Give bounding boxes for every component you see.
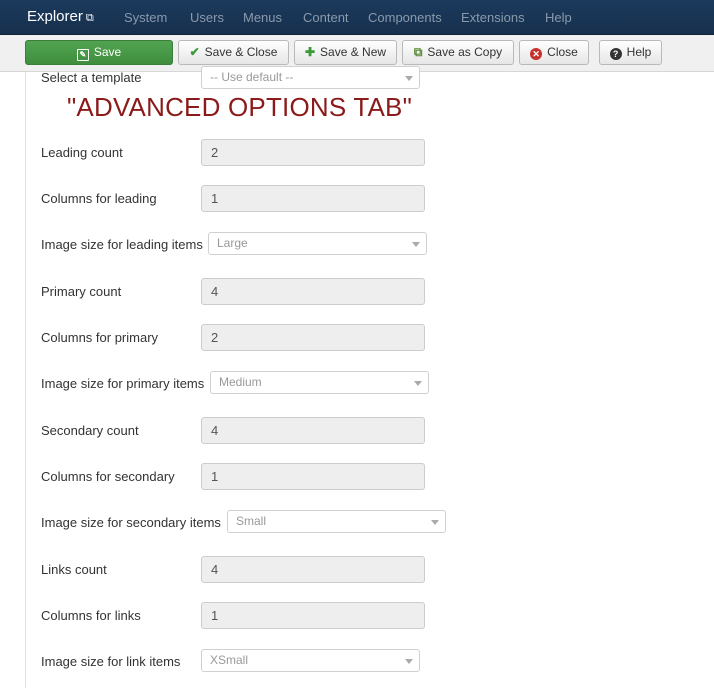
save-button[interactable]: ✎ Save <box>25 40 173 65</box>
image-size-primary-select[interactable]: Medium <box>210 371 429 394</box>
save-copy-label: Save as Copy <box>427 45 503 59</box>
columns-secondary-input[interactable]: 1 <box>201 463 425 490</box>
menu-content[interactable]: Content <box>303 10 349 25</box>
top-navbar: Explorer ⧉ System Users Menus Content Com… <box>0 0 714 35</box>
close-icon: ✕ <box>530 48 543 60</box>
save-close-label: Save & Close <box>204 45 278 59</box>
columns-secondary-label: Columns for secondary <box>41 469 175 484</box>
help-button[interactable]: ? Help <box>599 40 662 65</box>
columns-links-input[interactable]: 1 <box>201 602 425 629</box>
panel-divider <box>25 72 26 688</box>
columns-primary-label: Columns for primary <box>41 330 159 345</box>
columns-leading-label: Columns for leading <box>41 191 157 206</box>
columns-links-label: Columns for links <box>41 608 141 623</box>
save-new-label: Save & New <box>320 45 387 59</box>
chevron-down-icon <box>405 659 413 664</box>
menu-components[interactable]: Components <box>368 10 442 25</box>
image-size-links-label: Image size for link items <box>41 654 181 669</box>
leading-count-input[interactable]: 2 <box>201 139 425 166</box>
links-count-label: Links count <box>41 562 107 577</box>
template-select-value: -- Use default -- <box>210 70 294 84</box>
image-size-secondary-value: Small <box>236 514 267 528</box>
external-link-icon: ⧉ <box>85 12 94 24</box>
close-button[interactable]: ✕ Close <box>519 40 589 65</box>
chevron-down-icon <box>412 242 420 247</box>
menu-extensions[interactable]: Extensions <box>461 10 525 25</box>
columns-leading-input[interactable]: 1 <box>201 185 425 212</box>
image-size-leading-label: Image size for leading items <box>41 237 203 252</box>
image-size-secondary-select[interactable]: Small <box>227 510 446 533</box>
menu-menus[interactable]: Menus <box>243 10 282 25</box>
primary-count-label: Primary count <box>41 284 122 299</box>
save-label: Save <box>93 45 122 59</box>
annotation-title: "ADVANCED OPTIONS TAB" <box>67 92 413 122</box>
template-label: Select a template <box>41 70 142 85</box>
links-count-input[interactable]: 4 <box>201 556 425 583</box>
chevron-down-icon <box>405 76 413 81</box>
save-copy-button[interactable]: ⧉ Save as Copy <box>402 40 514 65</box>
menu-users[interactable]: Users <box>190 10 224 25</box>
menu-system[interactable]: System <box>124 10 167 25</box>
leading-count-label: Leading count <box>41 145 123 160</box>
image-size-secondary-label: Image size for secondary items <box>41 515 221 530</box>
save-new-button[interactable]: ✚ Save & New <box>294 40 397 65</box>
secondary-count-input[interactable]: 4 <box>201 417 425 444</box>
chevron-down-icon <box>431 520 439 525</box>
help-label: Help <box>626 45 652 59</box>
secondary-count-label: Secondary count <box>41 423 139 438</box>
menu-help[interactable]: Help <box>545 10 572 25</box>
image-size-primary-value: Medium <box>219 375 262 389</box>
brand-link[interactable]: Explorer ⧉ <box>27 8 94 25</box>
columns-primary-input[interactable]: 2 <box>201 324 425 351</box>
help-icon: ? <box>609 48 622 60</box>
edit-icon: ✎ <box>76 49 89 61</box>
check-icon: ✔ <box>189 45 200 59</box>
copy-icon: ⧉ <box>413 45 423 59</box>
image-size-leading-select[interactable]: Large <box>208 232 427 255</box>
plus-icon: ✚ <box>304 45 316 59</box>
template-select[interactable]: -- Use default -- <box>201 66 420 89</box>
save-close-button[interactable]: ✔ Save & Close <box>178 40 289 65</box>
brand-label: Explorer <box>27 8 83 25</box>
primary-count-input[interactable]: 4 <box>201 278 425 305</box>
image-size-primary-label: Image size for primary items <box>41 376 205 391</box>
image-size-links-value: XSmall <box>210 653 249 667</box>
close-label: Close <box>547 45 578 59</box>
chevron-down-icon <box>414 381 422 386</box>
image-size-links-select[interactable]: XSmall <box>201 649 420 672</box>
image-size-leading-value: Large <box>217 236 248 250</box>
